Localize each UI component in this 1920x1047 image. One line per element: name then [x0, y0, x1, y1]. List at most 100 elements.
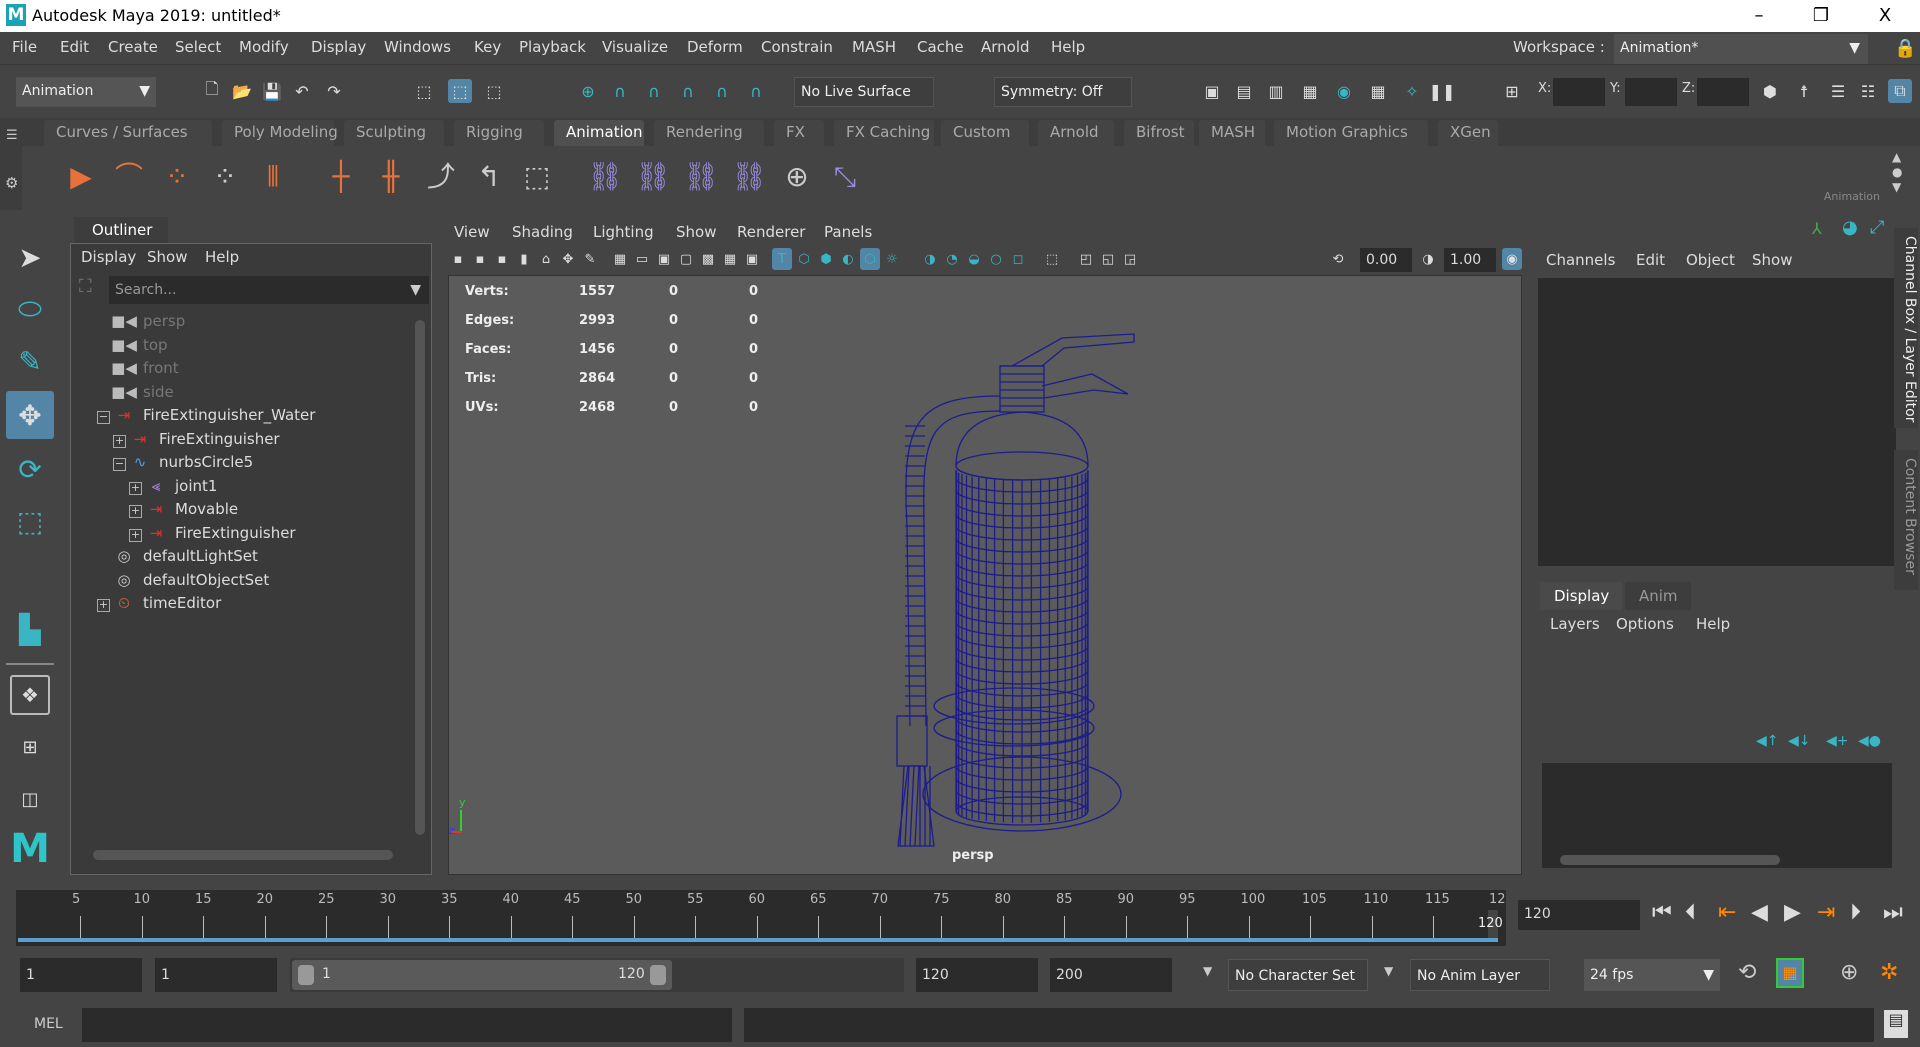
grease-pencil-icon[interactable]: ✎ [580, 248, 600, 270]
expand-toggle-icon[interactable]: + [129, 505, 142, 518]
select-hierarchy-icon[interactable]: ⬚ [412, 79, 436, 103]
character-control-icon[interactable]: ✲ [1880, 960, 1898, 985]
point-constraint-icon[interactable]: ⛓ [634, 158, 672, 196]
scale-constraint-icon[interactable]: ⛓ [730, 158, 768, 196]
side-tab-channel-box[interactable]: Channel Box / Layer Editor [1894, 228, 1918, 428]
shelf-tab-motion-graphics[interactable]: Motion Graphics [1274, 120, 1428, 146]
pole-vector-icon[interactable]: ⤡ [826, 158, 864, 196]
undo-icon[interactable]: ↶ [290, 79, 314, 103]
viewport-menu-panels[interactable]: Panels [824, 223, 872, 241]
shelf-tab-custom[interactable]: Custom [941, 120, 1029, 146]
parent-constraint-icon[interactable]: ⛓ [586, 158, 624, 196]
end-time-input[interactable]: 200 [1050, 958, 1172, 992]
color-management-icon[interactable]: ◉ [1502, 248, 1522, 270]
set-breakdown-icon[interactable]: ⁘ [158, 158, 196, 196]
camera-attributes-icon[interactable]: ▪ [448, 248, 468, 270]
3d-viewport[interactable]: Verts: 1557 0 0 Edges: 2993 0 0 Faces: 1456 0 0 Tris… [448, 275, 1522, 875]
viewport-menu-view[interactable]: View [454, 223, 490, 241]
exposure-icon[interactable]: ⟲ [1328, 248, 1348, 270]
set-key-icon[interactable]: ⌒ [110, 158, 148, 196]
film-gate-icon[interactable]: ▭ [632, 248, 652, 270]
open-scene-icon[interactable]: 📂 [230, 79, 254, 103]
xray-joints-icon[interactable]: ◰ [1076, 248, 1096, 270]
menu-modify[interactable]: Modify [239, 38, 289, 56]
shadows-icon[interactable]: ◑ [920, 248, 940, 270]
anim-start-input[interactable]: 1 [155, 958, 277, 992]
menu-help[interactable]: Help [1051, 38, 1085, 56]
sequencer-icon[interactable]: ⫴ [254, 158, 292, 196]
menu-deform[interactable]: Deform [687, 38, 743, 56]
step-forward-frame-icon[interactable]: ⇥ [1817, 900, 1835, 925]
outliner-item[interactable]: ◎ defaultObjectSet [111, 571, 269, 595]
anti-aliasing-icon[interactable]: ○ [986, 248, 1006, 270]
close-button[interactable]: X [1862, 2, 1908, 30]
screen-space-ao-icon[interactable]: ◔ [942, 248, 962, 270]
scale-keys-icon[interactable]: ⬚ [518, 158, 556, 196]
render-view-icon[interactable]: ▣ [1200, 79, 1224, 103]
character-set-dropdown[interactable]: No Character Set [1228, 959, 1368, 991]
outliner-search-input[interactable]: Search... ▼ [109, 276, 429, 304]
layer-tab-display[interactable]: Display [1540, 582, 1622, 610]
viewport-menu-lighting[interactable]: Lighting [593, 223, 654, 241]
shelf-tab-fx[interactable]: FX [774, 120, 824, 146]
menu-edit[interactable]: Edit [60, 38, 89, 56]
ipr-render-icon[interactable]: ▥ [1264, 79, 1288, 103]
camera-bookmark-icon[interactable]: ▪ [492, 248, 512, 270]
default-material-icon[interactable]: ⬢ [816, 248, 836, 270]
move-layer-down-icon[interactable]: ◀↓ [1788, 733, 1811, 749]
outliner-item[interactable]: ⇥ FireExtinguisher [143, 524, 296, 548]
chevron-down-icon[interactable]: ▼ [410, 276, 421, 304]
shelf-menu-icon[interactable]: ☰ [6, 128, 18, 143]
render-setup-icon[interactable]: ▦ [1366, 79, 1390, 103]
outliner-item[interactable]: ■◀ top [111, 336, 167, 360]
gamma-input[interactable]: 1.00 [1444, 248, 1496, 272]
rotate-tool-icon[interactable]: ⟳ [6, 445, 54, 493]
z-coordinate-input[interactable] [1697, 78, 1749, 106]
camera-lock-icon[interactable]: ▪ [470, 248, 490, 270]
viewport-menu-show[interactable]: Show [676, 223, 716, 241]
outliner-horizontal-scrollbar[interactable] [75, 848, 415, 862]
shelf-tab-animation[interactable]: Animation [554, 120, 644, 146]
expand-toggle-icon[interactable]: + [97, 599, 110, 612]
channels-menu-edit[interactable]: Edit [1636, 251, 1665, 269]
outliner-item[interactable]: ■◀ front [111, 359, 179, 383]
pause-viewport-icon[interactable]: ❚❚ [1429, 79, 1456, 103]
save-scene-icon[interactable]: 💾 [260, 79, 284, 103]
snap-vertex-icon[interactable]: ∩ [744, 79, 768, 103]
outliner-item[interactable]: ■◀ persp [111, 312, 185, 336]
snap-point-icon[interactable]: ∩ [642, 79, 666, 103]
orient-constraint-icon[interactable]: ⛓ [682, 158, 720, 196]
minimize-button[interactable]: – [1736, 2, 1782, 30]
aim-constraint-icon[interactable]: ⊕ [778, 158, 816, 196]
bookmark-icon[interactable]: ▮ [514, 248, 534, 270]
outliner-item[interactable]: ∿ nurbsCircle5 [127, 453, 253, 477]
filter-icon[interactable]: ⛶ [79, 276, 92, 297]
layer-menu-help[interactable]: Help [1696, 615, 1730, 633]
playblast-icon[interactable]: ▶ [62, 158, 100, 196]
smooth-shade-icon[interactable]: ⬡ [794, 248, 814, 270]
channel-box-area[interactable] [1538, 278, 1896, 566]
go-to-end-icon[interactable]: ⏭ [1883, 900, 1903, 925]
scale-tool-icon[interactable]: ⬚ [6, 497, 54, 545]
camera-select-icon[interactable]: ⊞ [1500, 79, 1524, 103]
use-all-lights-icon[interactable]: ☼ [882, 248, 902, 270]
loop-icon[interactable]: ⟲ [1738, 960, 1756, 985]
tool-settings-toggle-icon[interactable]: ☷ [1856, 79, 1880, 103]
depth-of-field-icon[interactable]: ◻ [1008, 248, 1028, 270]
light-editor-icon[interactable]: ✧ [1400, 79, 1424, 103]
snap-curve-icon[interactable]: ∩ [608, 79, 632, 103]
outliner-item[interactable]: ⇥ FireExtinguisher_Water [111, 406, 316, 430]
menu-arnold[interactable]: Arnold [981, 38, 1030, 56]
menu-playback[interactable]: Playback [519, 38, 586, 56]
menu-display[interactable]: Display [311, 38, 366, 56]
redo-icon[interactable]: ↷ [322, 79, 346, 103]
channel-box-transform-icon[interactable]: ⅄ [1812, 219, 1822, 238]
select-tool-icon[interactable]: ➤ [6, 233, 54, 281]
menu-create[interactable]: Create [108, 38, 158, 56]
expand-toggle-icon[interactable]: + [129, 528, 142, 542]
chevron-down-icon[interactable]: ▼ [1203, 964, 1212, 978]
step-back-key-icon[interactable]: ⏴ [1685, 900, 1696, 925]
shelf-tab-mash[interactable]: MASH [1199, 120, 1265, 146]
shelf-tab-xgen[interactable]: XGen [1438, 120, 1498, 146]
shelf-tab-arnold[interactable]: Arnold [1038, 120, 1114, 146]
